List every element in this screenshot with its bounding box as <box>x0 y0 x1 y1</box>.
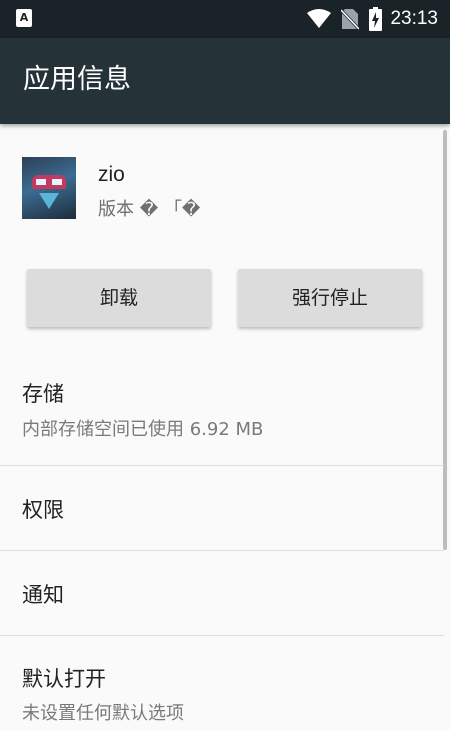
permissions-item[interactable]: 权限 <box>0 466 444 550</box>
permissions-title: 权限 <box>22 498 64 522</box>
storage-title: 存储 <box>22 382 64 406</box>
force-stop-button[interactable]: 强行停止 <box>238 269 422 327</box>
status-icons: 23:13 <box>297 0 438 38</box>
notification-icon: A <box>16 9 32 27</box>
default-open-subtitle: 未设置任何默认选项 <box>22 703 184 724</box>
notifications-title: 通知 <box>22 583 64 607</box>
app-version: 版本 � 「� <box>98 199 201 220</box>
app-header: zio 版本 � 「� <box>22 157 422 221</box>
uninstall-button[interactable]: 卸载 <box>27 269 211 327</box>
app-icon <box>22 157 76 219</box>
storage-item[interactable]: 存储 内部存储空间已使用 6.92 MB <box>0 366 444 464</box>
notifications-item[interactable]: 通知 <box>0 551 444 635</box>
no-sim-icon <box>341 8 360 30</box>
wifi-icon <box>307 9 332 28</box>
page-title: 应用信息 <box>23 64 131 95</box>
storage-subtitle: 内部存储空间已使用 6.92 MB <box>22 419 264 440</box>
default-open-title: 默认打开 <box>22 667 106 691</box>
clock-time: 23:13 <box>390 8 438 29</box>
battery-charging-icon <box>369 7 383 31</box>
app-bar: 应用信息 <box>0 38 450 124</box>
app-name: zio <box>98 163 125 186</box>
status-bar: A 23:13 <box>0 0 450 38</box>
default-open-item[interactable]: 默认打开 未设置任何默认选项 <box>0 636 444 730</box>
